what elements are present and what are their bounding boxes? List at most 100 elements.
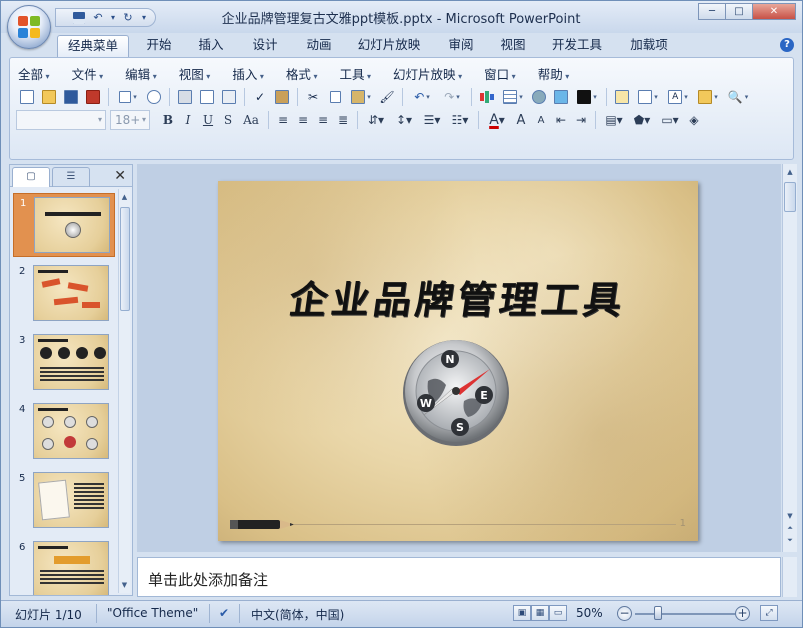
layout-icon[interactable] [633, 87, 663, 107]
fit-to-window-icon[interactable]: ⤢ [760, 605, 778, 621]
slide-thumbnail[interactable]: 6 [13, 538, 115, 595]
folder-icon[interactable] [693, 87, 723, 107]
customize-qat-icon[interactable]: ▾ [139, 11, 149, 25]
font-size-select[interactable]: 18+ [110, 110, 150, 130]
email-icon[interactable] [113, 87, 143, 107]
redo-icon[interactable]: ↻ [120, 11, 136, 25]
align-left-icon[interactable]: ≡ [273, 110, 293, 130]
slide-canvas[interactable]: 企业品牌管理工具 N E S W 1 [218, 181, 698, 541]
find-icon[interactable]: 🔍 [723, 87, 753, 107]
minimize-button[interactable]: ─ [698, 3, 726, 20]
tab-design[interactable]: 设计 [245, 35, 285, 57]
theme-name-label[interactable]: "Office Theme" [107, 606, 198, 620]
slide-title[interactable]: 企业品牌管理工具 [218, 269, 698, 324]
line-spacing-icon[interactable]: ↕▾ [390, 110, 418, 130]
menu-format[interactable]: 格式 [286, 64, 318, 83]
permission-icon[interactable] [82, 87, 104, 107]
new-document-icon[interactable] [16, 87, 38, 107]
slide-thumbnail[interactable]: 4 [13, 400, 115, 464]
shadow-button[interactable]: S [218, 110, 238, 130]
cut-icon[interactable]: ✂ [302, 87, 324, 107]
insert-table-icon[interactable] [498, 87, 528, 107]
tab-slides[interactable]: ▢ [12, 167, 50, 187]
font-color-button[interactable]: A ▾ [483, 110, 511, 130]
picture-icon[interactable] [550, 87, 572, 107]
slide-sorter-view-icon[interactable]: ▦ [531, 605, 549, 621]
tab-slideshow[interactable]: 幻灯片放映 [353, 35, 425, 57]
numbering-icon[interactable]: ☰▾ [418, 110, 446, 130]
scroll-up-icon[interactable]: ▲ [119, 191, 130, 203]
tab-home[interactable]: 开始 [139, 35, 179, 57]
tab-developer[interactable]: 开发工具 [547, 35, 607, 57]
scroll-down-icon[interactable]: ▼ [119, 579, 130, 591]
increase-indent-icon[interactable]: ⇥ [571, 110, 591, 130]
fill-color-icon[interactable] [572, 87, 602, 107]
justify-icon[interactable]: ≣ [333, 110, 353, 130]
scroll-thumb[interactable] [784, 182, 796, 212]
scroll-down-icon[interactable]: ▼ [783, 510, 797, 522]
menu-view[interactable]: 视图 [179, 64, 211, 83]
zoom-out-icon[interactable]: − [617, 606, 632, 621]
underline-button[interactable]: U [198, 110, 218, 130]
print-preview-icon[interactable] [196, 87, 218, 107]
grow-font-button[interactable]: A [511, 110, 531, 130]
page-setup-icon[interactable] [218, 87, 240, 107]
print-icon[interactable] [174, 87, 196, 107]
save-icon[interactable] [71, 11, 87, 25]
language-label[interactable]: 中文(简体，中国) [251, 606, 344, 623]
zoom-in-icon[interactable]: + [735, 606, 750, 621]
spelling-check-icon[interactable]: ✔ [219, 606, 229, 620]
textbox-icon[interactable]: A [663, 87, 693, 107]
spelling-icon[interactable]: ✓ [249, 87, 271, 107]
tab-review[interactable]: 审阅 [441, 35, 481, 57]
italic-button[interactable]: I [178, 110, 198, 130]
zoom-level-label[interactable]: 50% [576, 606, 603, 620]
slide-thumbnail[interactable]: 2 [13, 262, 115, 326]
copy-icon[interactable] [324, 87, 346, 107]
paste-icon[interactable] [346, 87, 376, 107]
shape-style-icon[interactable]: ▭▾ [656, 110, 684, 130]
menu-all[interactable]: 全部 [18, 64, 50, 83]
new-slide-icon[interactable] [611, 87, 633, 107]
undo-icon[interactable]: ↶ [90, 11, 106, 25]
tab-view[interactable]: 视图 [493, 35, 533, 57]
shapes-icon[interactable]: ⬟▾ [628, 110, 656, 130]
zoom-slider-thumb[interactable] [654, 606, 662, 620]
slideshow-view-icon[interactable]: ▭ [549, 605, 567, 621]
shape-fill-icon[interactable]: ◈ [684, 110, 704, 130]
format-painter-icon[interactable]: 🖌 [376, 87, 398, 107]
menu-help[interactable]: 帮助 [538, 64, 570, 83]
menu-insert[interactable]: 插入 [232, 64, 264, 83]
next-slide-icon[interactable]: ⏷ [783, 534, 797, 546]
tab-classic-menu[interactable]: 经典菜单 [57, 35, 129, 57]
tab-outline[interactable]: ☰ [52, 167, 90, 187]
change-case-button[interactable]: Aa [238, 110, 264, 130]
tab-addins[interactable]: 加载项 [623, 35, 675, 57]
normal-view-icon[interactable]: ▣ [513, 605, 531, 621]
align-right-icon[interactable]: ≡ [313, 110, 333, 130]
undo-dropdown-icon[interactable]: ▾ [109, 11, 117, 25]
publish-icon[interactable] [143, 87, 165, 107]
scroll-up-icon[interactable]: ▲ [783, 166, 797, 178]
bold-button[interactable]: B [158, 110, 178, 130]
help-icon[interactable]: ? [780, 38, 794, 52]
arrange-icon[interactable]: ▤▾ [600, 110, 628, 130]
menu-tools[interactable]: 工具 [339, 64, 371, 83]
tab-animations[interactable]: 动画 [299, 35, 339, 57]
redo-icon[interactable]: ↷ [437, 87, 467, 107]
text-direction-icon[interactable]: ⇵▾ [362, 110, 390, 130]
close-button[interactable]: ✕ [752, 3, 796, 20]
zoom-slider[interactable] [635, 613, 735, 615]
maximize-button[interactable]: □ [725, 3, 753, 20]
slide-thumbnail[interactable]: 3 [13, 331, 115, 395]
insert-chart-icon[interactable] [476, 87, 498, 107]
menu-file[interactable]: 文件 [72, 64, 104, 83]
clipart-icon[interactable] [528, 87, 550, 107]
slide-thumbnail[interactable]: 1 [13, 193, 115, 257]
slides-pane-scrollbar[interactable]: ▲ ▼ [118, 189, 130, 593]
tab-insert[interactable]: 插入 [191, 35, 231, 57]
notes-pane[interactable]: 单击此处添加备注 [137, 557, 781, 597]
slide-thumbnail[interactable]: 5 [13, 469, 115, 533]
open-folder-icon[interactable] [38, 87, 60, 107]
research-icon[interactable] [271, 87, 293, 107]
